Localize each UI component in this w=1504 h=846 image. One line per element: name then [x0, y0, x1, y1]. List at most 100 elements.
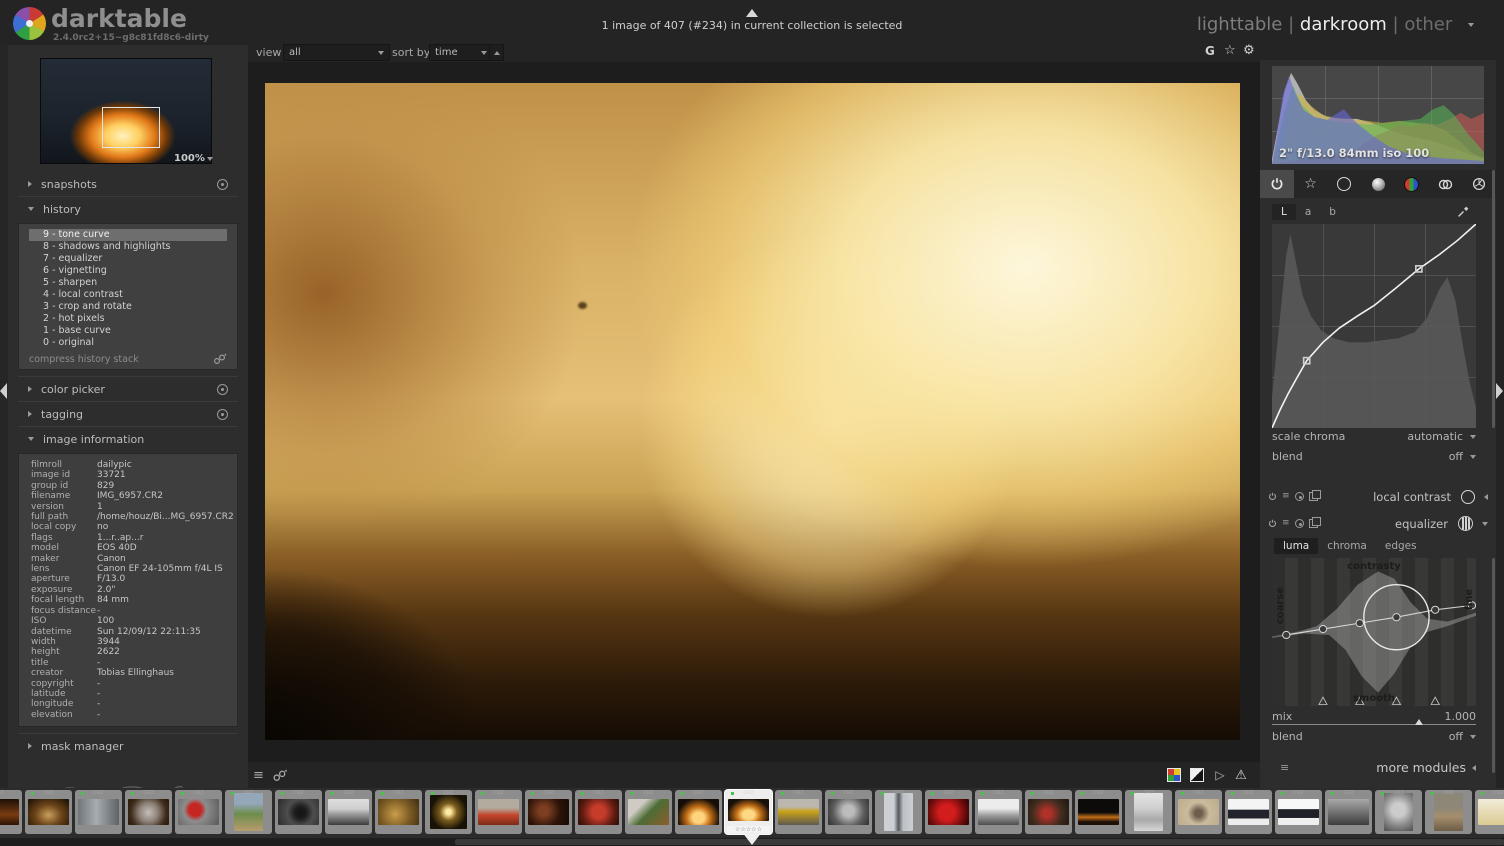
view-lighttable[interactable]: lighttable: [1197, 14, 1282, 35]
hamburger-icon[interactable]: ≡: [1280, 761, 1289, 774]
slideshow-play-icon[interactable]: ▷: [1213, 768, 1227, 782]
module-expanded-icon[interactable]: [1482, 522, 1488, 526]
presets-icon[interactable]: [217, 384, 228, 395]
tab-chroma[interactable]: chroma: [1318, 538, 1376, 554]
more-modules-row[interactable]: ≡ more modules: [1272, 760, 1476, 775]
module-local-contrast-header[interactable]: ≡ local contrast: [1260, 488, 1496, 505]
module-presets-icon[interactable]: ≡: [1282, 492, 1290, 501]
section-snapshots[interactable]: snapshots: [18, 172, 238, 196]
module-reset-icon[interactable]: [1295, 519, 1304, 528]
module-group-favorites-icon[interactable]: ☆: [1294, 170, 1328, 198]
tab-channel-L[interactable]: L: [1272, 204, 1296, 220]
section-mask-manager[interactable]: mask manager: [18, 733, 238, 758]
left-panel-collapse-icon[interactable]: [0, 383, 7, 403]
filmstrip-thumbnail-fire-dome-current[interactable]: CR2☆☆☆☆☆: [725, 790, 772, 834]
overexposure-warning-icon[interactable]: ⚠: [1234, 768, 1248, 782]
section-tagging[interactable]: tagging: [18, 401, 238, 426]
view-darkroom[interactable]: darkroom: [1300, 14, 1387, 35]
filmstrip-thumbnail-rail-signal[interactable]: CR2: [225, 790, 272, 834]
presets-icon[interactable]: [217, 179, 228, 190]
tab-channel-b[interactable]: b: [1320, 204, 1345, 220]
view-more-caret-icon[interactable]: [1468, 23, 1474, 27]
blend-value[interactable]: off: [1449, 450, 1463, 463]
module-power-icon[interactable]: [1268, 492, 1277, 501]
history-item[interactable]: 2 - hot pixels: [29, 313, 227, 325]
grouping-toggle-button[interactable]: G: [1205, 44, 1215, 58]
sort-direction-button[interactable]: [489, 44, 504, 61]
filmstrip-thumbnail-tea-lights[interactable]: CR2: [475, 790, 522, 834]
module-power-icon[interactable]: [1268, 519, 1277, 528]
module-title[interactable]: equalizer: [1395, 517, 1448, 531]
filmstrip-thumbnail-nativity-wreath[interactable]: CR2: [625, 790, 672, 834]
preferences-gear-icon[interactable]: ⚙: [1243, 43, 1255, 58]
filmstrip-thumbnail-dark-horizon[interactable]: CR2: [1075, 790, 1122, 834]
mix-slider-handle[interactable]: [1415, 719, 1423, 725]
section-history[interactable]: history: [18, 196, 238, 221]
module-group-tone-icon[interactable]: [1361, 170, 1395, 198]
sort-by-select[interactable]: time: [429, 44, 493, 61]
filmstrip-thumbnail-lenses-shelf-b[interactable]: CR2: [1275, 790, 1322, 834]
filmstrip-thumbnail-camera-lens[interactable]: CR2: [275, 790, 322, 834]
filmstrip-thumbnail-santa-figurine[interactable]: CR2: [1025, 790, 1072, 834]
mix-slider[interactable]: [1272, 724, 1476, 725]
history-item[interactable]: 1 - base curve: [29, 325, 227, 337]
equalizer-blend-row[interactable]: blend off: [1272, 730, 1476, 743]
history-item[interactable]: 5 - sharpen: [29, 277, 227, 289]
history-item[interactable]: 4 - local contrast: [29, 289, 227, 301]
history-item[interactable]: 6 - vignetting: [29, 265, 227, 277]
filmstrip-thumbnail-glass-chess-pieces[interactable]: CR2: [25, 790, 72, 834]
section-color-picker[interactable]: color picker: [18, 376, 238, 401]
module-title[interactable]: local contrast: [1373, 490, 1451, 504]
module-collapsed-icon[interactable]: [1484, 494, 1488, 500]
scale-chroma-row[interactable]: scale chroma automatic: [1272, 430, 1476, 443]
blend-value[interactable]: off: [1449, 730, 1463, 743]
module-group-effects-icon[interactable]: [1462, 170, 1496, 198]
softproof-icon[interactable]: [1190, 768, 1204, 782]
history-item[interactable]: 3 - crop and rotate: [29, 301, 227, 313]
tab-channel-a[interactable]: a: [1296, 204, 1320, 220]
bottom-panel-collapse-icon[interactable]: [742, 830, 762, 846]
zoom-level-select[interactable]: 100%: [174, 153, 213, 164]
presets-menu-icon[interactable]: ≡: [253, 768, 264, 783]
filmstrip-thumbnail-cake-plate[interactable]: CR2: [125, 790, 172, 834]
module-equalizer-header[interactable]: ≡ equalizer: [1260, 515, 1496, 532]
filmstrip-thumbnail-forest-path[interactable]: CR2: [1425, 790, 1472, 834]
filmstrip-thumbnail-silver-bowl[interactable]: CR2: [825, 790, 872, 834]
module-waveform-icon[interactable]: [1458, 516, 1473, 531]
more-modules-label[interactable]: more modules: [1376, 760, 1466, 775]
module-group-correction-icon[interactable]: [1429, 170, 1463, 198]
filmstrip-thumbnail-dark-teapot[interactable]: CR2: [525, 790, 572, 834]
module-group-active-power-icon[interactable]: [1260, 170, 1294, 198]
color-picker-eyedropper-icon[interactable]: [1457, 205, 1470, 218]
filmstrip-thumbnail-snowy-tree[interactable]: CR2: [325, 790, 372, 834]
filmstrip-thumbnail-machine-hall[interactable]: CR2: [775, 790, 822, 834]
right-scrollbar[interactable]: [1492, 558, 1495, 773]
module-group-color-icon[interactable]: [1395, 170, 1429, 198]
history-item[interactable]: 0 - original: [29, 337, 227, 349]
duplicate-manager-icon[interactable]: [272, 769, 288, 782]
history-item[interactable]: 9 - tone curve: [29, 229, 227, 241]
filmstrip-thumbnail-bw-racks[interactable]: CR2: [1325, 790, 1372, 834]
filmstrip-thumbnail-metal-sculpture[interactable]: CR2: [875, 790, 922, 834]
filmstrip-thumbnail-christmas-ornaments[interactable]: CR2: [575, 790, 622, 834]
mix-slider-row[interactable]: mix 1.000: [1272, 710, 1476, 723]
view-region-rect[interactable]: [102, 107, 160, 149]
filmstrip-thumbnail-glass-bottle[interactable]: CR2: [75, 790, 122, 834]
filmstrip-thumbnail-martini-glass[interactable]: CR2: [1125, 790, 1172, 834]
navigation-preview[interactable]: [40, 58, 212, 164]
main-image[interactable]: [265, 83, 1240, 740]
tab-luma[interactable]: luma: [1274, 538, 1318, 554]
history-item[interactable]: 8 - shadows and highlights: [29, 241, 227, 253]
filmstrip-thumbnail-loupe-on-carpet[interactable]: CR2: [1175, 790, 1222, 834]
favorite-filter-icon[interactable]: ☆: [1224, 43, 1236, 58]
section-image-information[interactable]: image information: [18, 426, 238, 451]
scale-chroma-value[interactable]: automatic: [1407, 430, 1463, 443]
filmstrip-thumbnail-bright-edge[interactable]: CR2: [1475, 790, 1504, 834]
filmstrip-thumbnail-lenses-shelf-a[interactable]: CR2: [1225, 790, 1272, 834]
filmstrip-thumbnail-fire-dome[interactable]: CR2: [675, 790, 722, 834]
filmstrip-thumbnail-star-light[interactable]: CR2: [425, 790, 472, 834]
filmstrip-thumbnail-red-valve[interactable]: CR2: [175, 790, 222, 834]
filmstrip-thumbnail-bw-shore-poles[interactable]: CR2: [975, 790, 1022, 834]
module-instance-icon[interactable]: [1309, 519, 1318, 528]
module-mask-circle-icon[interactable]: [1461, 490, 1475, 504]
